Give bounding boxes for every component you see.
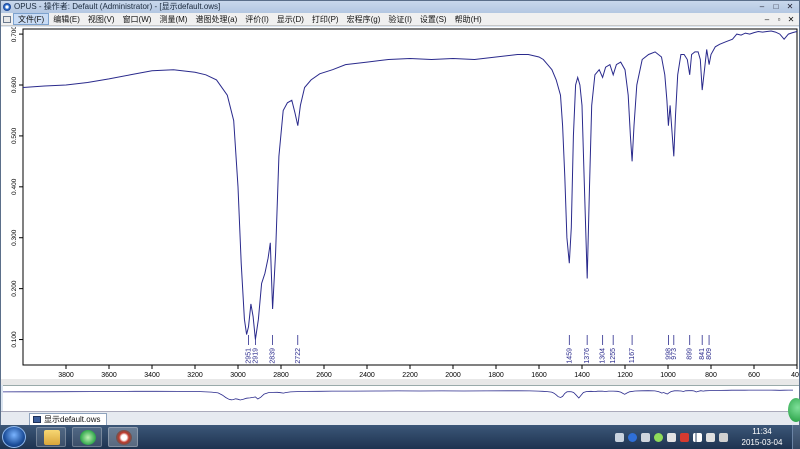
peak-label: 2919 [252, 348, 259, 364]
menu-window[interactable]: 窗口(W) [119, 13, 156, 25]
taskbar-opus[interactable] [108, 427, 138, 447]
menu-edit[interactable]: 编辑(E) [49, 13, 84, 25]
menu-settings[interactable]: 设置(S) [416, 13, 451, 25]
clock-time: 11:34 [752, 427, 772, 436]
close-button[interactable]: ✕ [783, 1, 797, 12]
spectrum-plot[interactable]: 3800 3600 3400 3200 3000 2800 2600 2400 2200 2000… [1, 26, 800, 379]
x-tick-label: 1000 [660, 372, 676, 379]
maximize-button[interactable]: □ [769, 1, 783, 12]
plot-frame [22, 28, 798, 366]
clock-date: 2015-03-04 [741, 438, 783, 447]
security-icon[interactable] [680, 432, 689, 442]
overview-plot[interactable] [2, 385, 799, 412]
document-tab-bar: 显示default.ows [1, 411, 799, 425]
x-tick-label: 2000 [445, 372, 461, 379]
menu-measure[interactable]: 测量(M) [155, 13, 191, 25]
x-tick-label: 3200 [187, 372, 203, 379]
menu-evaluate[interactable]: 评价(I) [241, 13, 273, 25]
show-desktop-button[interactable] [792, 425, 800, 449]
x-tick-label: 1800 [488, 372, 504, 379]
menu-macro[interactable]: 宏程序(g) [343, 13, 385, 25]
document-tab[interactable]: 显示default.ows [29, 413, 108, 425]
x-tick-label: 2400 [359, 372, 375, 379]
peak-label: 1304 [600, 348, 607, 364]
keyboard-icon[interactable] [615, 432, 624, 442]
document-tab-label: 显示default.ows [44, 415, 101, 424]
x-tick-label: 2800 [273, 372, 289, 379]
document-window-icon[interactable] [1, 13, 13, 26]
opus-app-icon[interactable] [3, 3, 11, 11]
opus-window: OPUS - 操作者: Default (Administrator) - [显… [0, 0, 800, 425]
window-controls: – □ ✕ [755, 1, 797, 13]
x-tick-label: 600 [748, 372, 760, 379]
taskbar-explorer[interactable] [36, 427, 66, 447]
peak-label: 1376 [584, 348, 591, 364]
y-tick-label: 0.700 [11, 27, 18, 42]
volume-icon[interactable] [667, 432, 676, 442]
peak-label: 2839 [270, 348, 277, 364]
windows-taskbar: 11:34 2015-03-04 [0, 425, 800, 449]
x-tick-label: 3800 [58, 372, 74, 379]
clock[interactable]: 11:34 2015-03-04 [738, 426, 786, 448]
peak-label: 1459 [566, 348, 573, 364]
speaker-icon[interactable] [719, 432, 728, 442]
network-signal-icon[interactable] [693, 432, 702, 442]
minimize-button[interactable]: – [755, 1, 769, 12]
menu-view[interactable]: 视图(V) [84, 13, 119, 25]
x-tick-label: 1400 [574, 372, 590, 379]
peak-label: 1167 [629, 348, 636, 363]
menu-spectrum-processing[interactable]: 谱图处理(a) [191, 13, 241, 25]
menu-help[interactable]: 帮助(H) [451, 13, 486, 25]
menu-file[interactable]: 文件(F) [13, 13, 50, 25]
start-button[interactable] [2, 426, 26, 448]
peak-label: 2722 [295, 348, 302, 364]
arrow-up-icon[interactable] [641, 432, 650, 442]
overview-chart[interactable] [2, 386, 799, 412]
y-tick-label: 0.600 [11, 76, 18, 93]
peak-label: 1255 [610, 348, 617, 364]
y-tick-label: 0.300 [11, 229, 18, 246]
status-icon[interactable] [654, 432, 663, 442]
x-tick-label: 3600 [101, 372, 117, 379]
taskbar-browser[interactable] [72, 427, 102, 447]
x-tick-label: 2200 [402, 372, 418, 379]
document-window-controls: – ▫ ✕ [761, 13, 797, 26]
folder-icon [44, 430, 60, 445]
help-tray-icon[interactable] [628, 432, 637, 442]
y-tick-label: 0.200 [11, 280, 18, 297]
doc-minimize-button[interactable]: – [761, 13, 773, 26]
y-tick-label: 0.400 [11, 178, 18, 195]
doc-restore-button[interactable]: ▫ [773, 13, 785, 26]
x-tick-label: 1600 [531, 372, 547, 379]
opus-icon [116, 430, 132, 445]
document-icon [33, 416, 41, 423]
x-tick-label: 2600 [316, 372, 332, 379]
menu-display[interactable]: 显示(D) [273, 13, 308, 25]
menu-validation[interactable]: 验证(I) [384, 13, 416, 25]
x-tick-label: 1200 [617, 372, 633, 379]
x-tick-label: 400 [791, 372, 799, 379]
overview-spectrum-line [2, 389, 793, 401]
y-tick-label: 0.100 [11, 331, 18, 348]
y-tick-label: 0.500 [11, 127, 18, 144]
title-bar[interactable]: OPUS - 操作者: Default (Administrator) - [显… [1, 1, 799, 13]
peak-label: 809 [706, 348, 713, 360]
menu-print[interactable]: 打印(P) [308, 13, 343, 25]
x-tick-label: 800 [705, 372, 717, 379]
doc-close-button[interactable]: ✕ [785, 13, 797, 26]
battery-icon[interactable] [706, 432, 715, 442]
x-tick-label: 3400 [144, 372, 160, 379]
window-title: OPUS - 操作者: Default (Administrator) - [显… [14, 2, 221, 11]
peak-label: 899 [687, 348, 694, 360]
spectrum-chart[interactable]: 3800 3600 3400 3200 3000 2800 2600 2400 2200 2000… [1, 26, 800, 379]
help-bubble-icon[interactable] [788, 398, 800, 422]
globe-icon [80, 430, 96, 445]
menu-bar: 文件(F) 编辑(E) 视图(V) 窗口(W) 测量(M) 谱图处理(a) 评价… [1, 13, 799, 26]
peak-label: 973 [671, 348, 678, 360]
system-tray [615, 427, 728, 447]
x-tick-label: 3000 [230, 372, 246, 379]
